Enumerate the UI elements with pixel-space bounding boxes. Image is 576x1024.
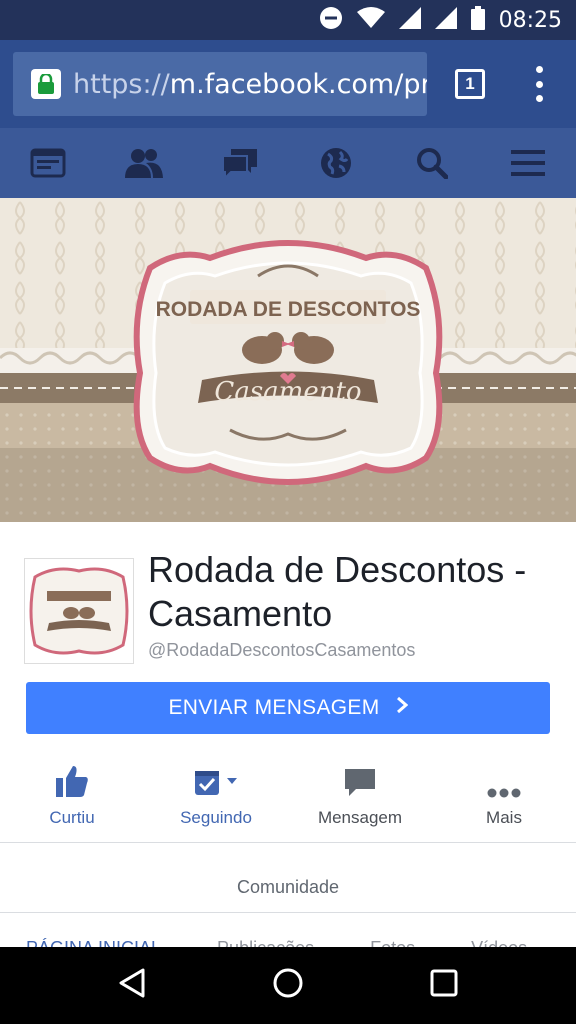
search-icon[interactable]: [384, 147, 480, 179]
more-button[interactable]: Mais: [432, 762, 576, 842]
lock-icon: [31, 69, 61, 99]
cover-photo[interactable]: RODADA DE DESCONTOS Casamento: [0, 198, 576, 522]
clock: 08:25: [498, 7, 562, 33]
community-link[interactable]: Comunidade: [0, 862, 576, 912]
battery-icon: [470, 5, 485, 35]
following-button[interactable]: Seguindo: [144, 762, 288, 842]
divider: [0, 912, 576, 913]
following-icon: [193, 762, 239, 798]
url-text: https://m.facebook.com/pro: [73, 68, 427, 100]
message-bubble-icon: [344, 762, 376, 798]
friends-icon[interactable]: [96, 148, 192, 178]
status-bar: 08:25: [0, 0, 576, 40]
back-icon[interactable]: [117, 967, 147, 1004]
thumbs-up-icon: [55, 762, 89, 798]
message-label: Mensagem: [317, 808, 403, 827]
send-message-button[interactable]: ENVIAR MENSAGEM: [26, 682, 550, 734]
send-message-label: ENVIAR MENSAGEM: [168, 696, 380, 719]
more-dots-icon: [487, 762, 521, 798]
divider: [0, 842, 576, 843]
url-bar[interactable]: https://m.facebook.com/pro: [13, 52, 427, 116]
page-title: Rodada de Descontos - Casamento: [148, 549, 527, 634]
wifi-icon: [356, 6, 385, 34]
globe-icon[interactable]: [288, 147, 384, 179]
system-nav-bar: [0, 947, 576, 1024]
feed-icon[interactable]: [0, 148, 96, 178]
chevron-right-icon: [396, 696, 408, 720]
home-icon[interactable]: [272, 967, 304, 1004]
message-button[interactable]: Mensagem: [288, 762, 432, 842]
tab-switcher-button[interactable]: 1: [455, 69, 485, 99]
like-button[interactable]: Curtiu: [0, 762, 144, 842]
signal-2-icon: [434, 6, 457, 34]
page-avatar[interactable]: [24, 558, 134, 664]
browser-toolbar: https://m.facebook.com/pro 1: [0, 40, 576, 128]
do-not-disturb-icon: [319, 6, 343, 35]
cover-logo-title: RODADA DE DESCONTOS: [156, 298, 421, 321]
facebook-nav-bar: [0, 128, 576, 198]
like-label: Curtiu: [49, 808, 95, 827]
following-label: Seguindo: [180, 808, 252, 827]
browser-menu-button[interactable]: [533, 66, 545, 102]
messages-icon[interactable]: [192, 147, 288, 179]
page-username: @RodadaDescontosCasamentos: [148, 640, 416, 660]
menu-icon[interactable]: [480, 149, 576, 177]
recents-icon[interactable]: [429, 968, 459, 1003]
page-actions: Curtiu Seguindo Mensagem Mais: [0, 762, 576, 842]
signal-icon: [398, 6, 421, 34]
more-label: Mais: [486, 808, 522, 827]
